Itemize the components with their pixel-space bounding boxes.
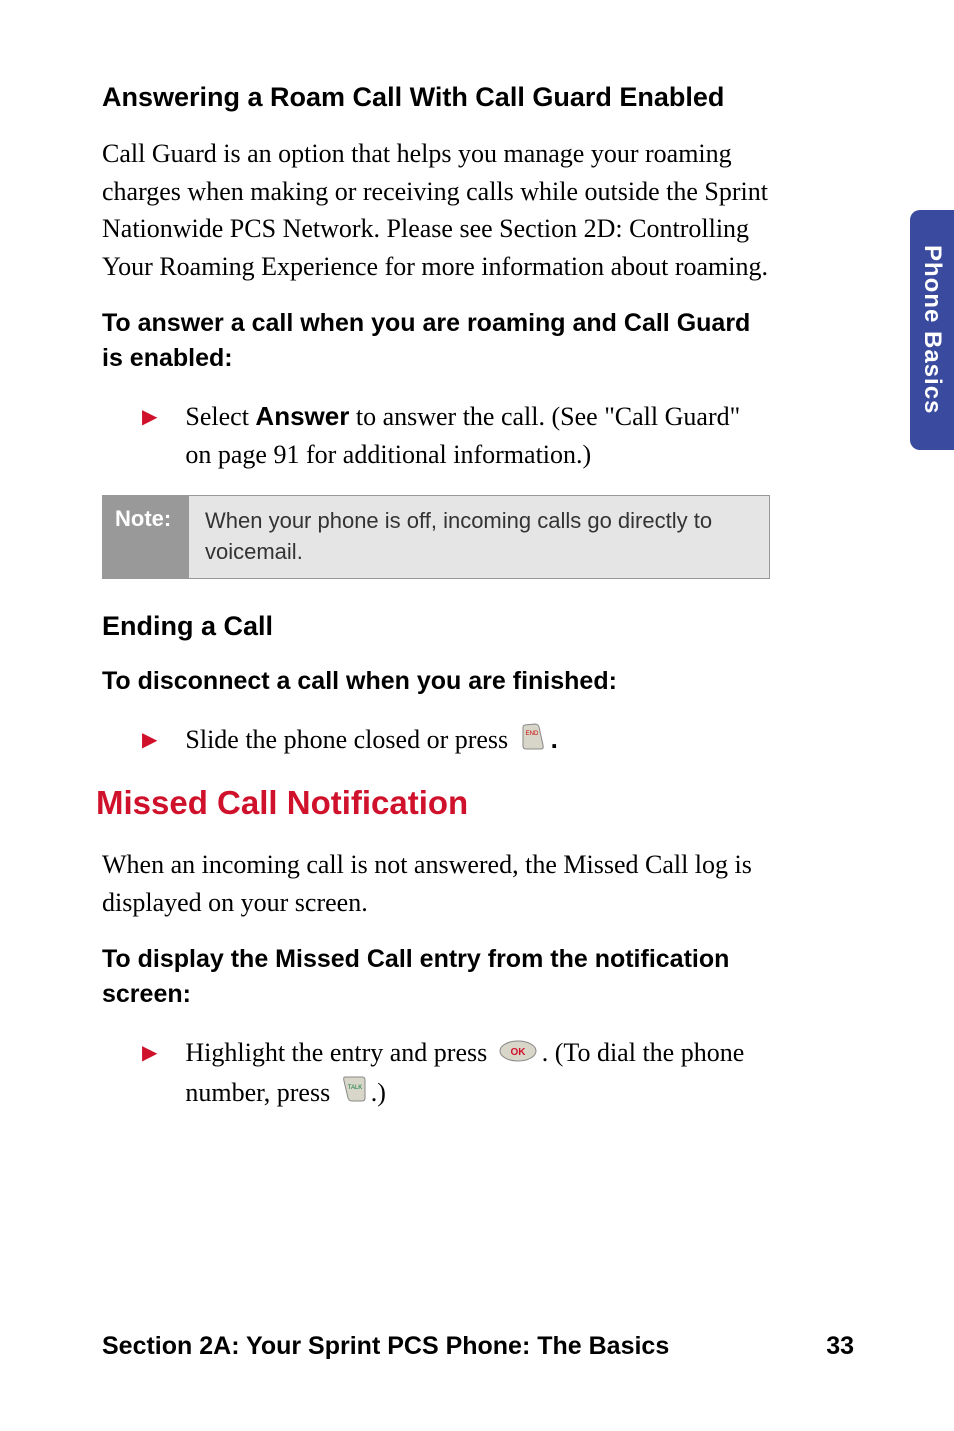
heading-ending-call: Ending a Call bbox=[102, 609, 770, 644]
bullet-prefix: Select bbox=[185, 402, 255, 431]
bullet-text: Highlight the entry and press OK. (To di… bbox=[185, 1034, 770, 1115]
page-footer: Section 2A: Your Sprint PCS Phone: The B… bbox=[102, 1332, 854, 1361]
bullet-bold: Answer bbox=[255, 401, 349, 431]
instruction-disconnect: To disconnect a call when you are finish… bbox=[102, 664, 770, 699]
page-content: Answering a Roam Call With Call Guard En… bbox=[0, 0, 870, 1115]
heading-missed-call: Missed Call Notification bbox=[96, 784, 770, 822]
note-text: When your phone is off, incoming calls g… bbox=[189, 496, 769, 578]
bullet-arrow-icon: ▶ bbox=[142, 727, 157, 752]
bullet-suffix: . bbox=[551, 724, 558, 754]
bullet-prefix: Slide the phone closed or press bbox=[185, 725, 514, 754]
heading-roam-call: Answering a Roam Call With Call Guard En… bbox=[102, 80, 770, 115]
footer-page-number: 33 bbox=[826, 1332, 854, 1361]
svg-text:TALK: TALK bbox=[347, 1085, 362, 1091]
bullet-item: ▶ Select Answer to answer the call. (See… bbox=[142, 398, 770, 473]
svg-text:OK: OK bbox=[510, 1047, 526, 1058]
end-key-icon: END bbox=[519, 722, 547, 763]
talk-key-icon: TALK bbox=[341, 1074, 367, 1115]
bullet-arrow-icon: ▶ bbox=[142, 1040, 157, 1065]
instruction-answer-roam: To answer a call when you are roaming an… bbox=[102, 306, 770, 376]
side-tab-label: Phone Basics bbox=[918, 245, 946, 414]
svg-text:END: END bbox=[525, 731, 538, 737]
side-tab: Phone Basics bbox=[910, 210, 954, 450]
bullet-text: Select Answer to answer the call. (See "… bbox=[185, 398, 770, 473]
bullet-item: ▶ Highlight the entry and press OK. (To … bbox=[142, 1034, 770, 1115]
paragraph-call-guard: Call Guard is an option that helps you m… bbox=[102, 135, 770, 286]
bullet-arrow-icon: ▶ bbox=[142, 404, 157, 429]
footer-section-label: Section 2A: Your Sprint PCS Phone: The B… bbox=[102, 1332, 669, 1361]
paragraph-missed-call: When an incoming call is not answered, t… bbox=[102, 846, 770, 921]
bullet-suffix: .) bbox=[371, 1078, 386, 1107]
bullet-item: ▶ Slide the phone closed or press END. bbox=[142, 721, 770, 762]
bullet-text: Slide the phone closed or press END. bbox=[185, 721, 558, 762]
bullet-prefix: Highlight the entry and press bbox=[185, 1038, 493, 1067]
note-box: Note: When your phone is off, incoming c… bbox=[102, 495, 770, 579]
note-label: Note: bbox=[103, 496, 189, 578]
instruction-missed-entry: To display the Missed Call entry from th… bbox=[102, 942, 770, 1012]
ok-key-icon: OK bbox=[498, 1036, 538, 1074]
